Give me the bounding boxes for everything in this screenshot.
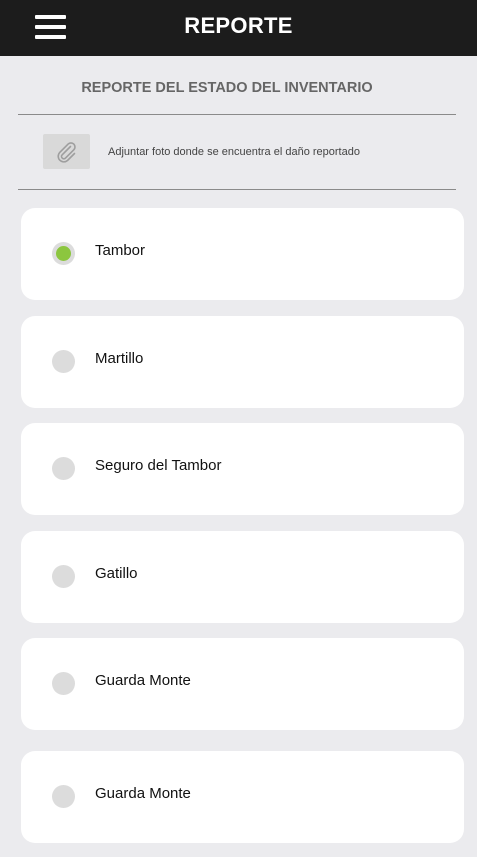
attach-photo-button[interactable] xyxy=(43,134,90,169)
divider xyxy=(18,189,456,190)
inventory-item-card[interactable]: Guarda Monte xyxy=(21,751,464,843)
radio-unselected[interactable] xyxy=(52,457,75,480)
section-title: REPORTE DEL ESTADO DEL INVENTARIO xyxy=(81,80,373,96)
radio-unselected[interactable] xyxy=(52,565,75,588)
inventory-item-card[interactable]: Gatillo xyxy=(21,531,464,623)
radio-selected[interactable] xyxy=(52,242,75,265)
top-app-bar: REPORTE xyxy=(0,0,477,56)
inventory-item-card[interactable]: Seguro del Tambor xyxy=(21,423,464,515)
paperclip-icon xyxy=(57,142,76,163)
radio-unselected[interactable] xyxy=(52,785,75,808)
radio-unselected[interactable] xyxy=(52,350,75,373)
app-title: REPORTE xyxy=(184,13,293,38)
inventory-item-card[interactable]: Guarda Monte xyxy=(21,638,464,730)
divider xyxy=(18,114,456,115)
item-label: Guarda Monte xyxy=(95,785,191,802)
inventory-item-card[interactable]: Martillo xyxy=(21,316,464,408)
inventory-item-card[interactable]: Tambor xyxy=(21,208,464,300)
attach-photo-label: Adjuntar foto donde se encuentra el daño… xyxy=(108,146,360,158)
radio-unselected[interactable] xyxy=(52,672,75,695)
item-label: Seguro del Tambor xyxy=(95,457,222,474)
item-label: Gatillo xyxy=(95,565,138,582)
item-label: Martillo xyxy=(95,350,144,367)
item-label: Guarda Monte xyxy=(95,672,191,689)
item-label: Tambor xyxy=(95,242,146,259)
